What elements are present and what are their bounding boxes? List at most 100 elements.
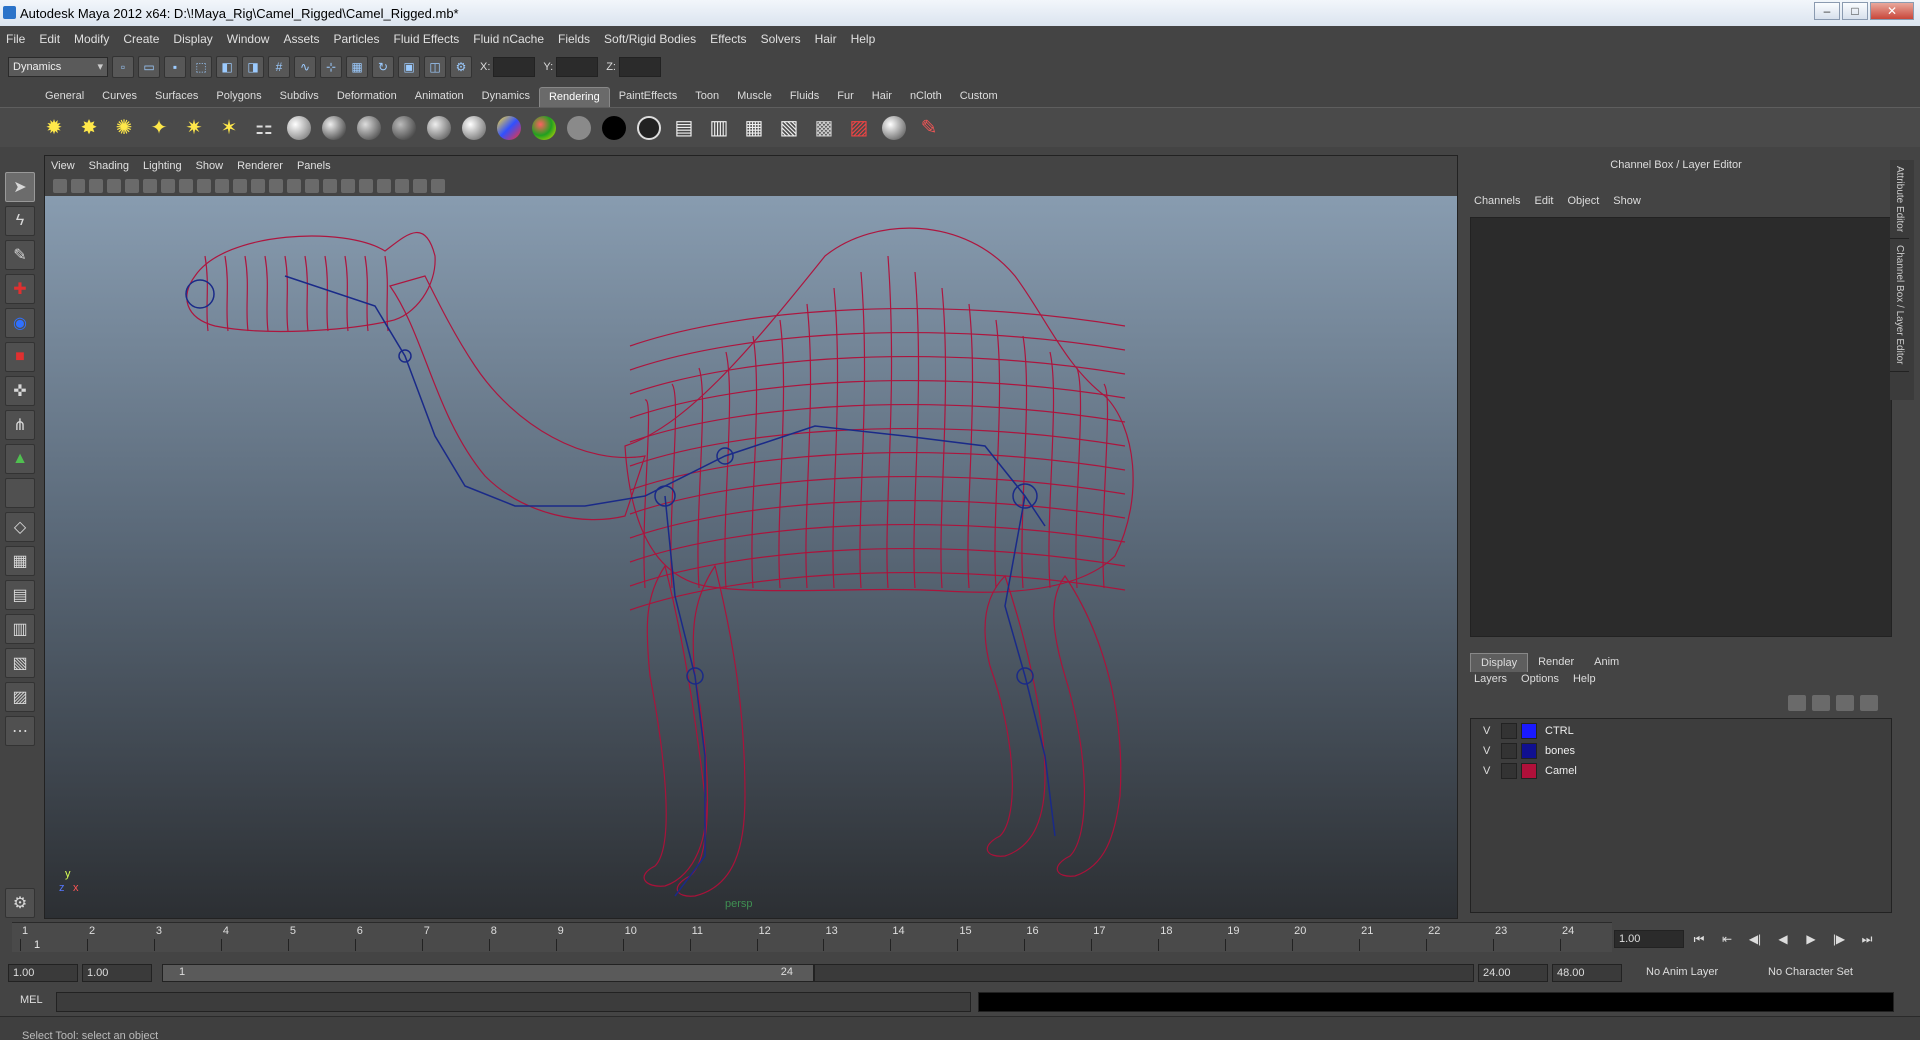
gate-mask-icon[interactable] bbox=[179, 179, 193, 193]
rotate-tool-icon[interactable]: ◉ bbox=[5, 308, 35, 338]
grid-toggle-icon[interactable] bbox=[125, 179, 139, 193]
snap-grid-icon[interactable]: # bbox=[268, 56, 290, 78]
shelf-tab-ncloth[interactable]: nCloth bbox=[901, 87, 951, 107]
channel-box-tab[interactable]: Channel Box / Layer Editor bbox=[1890, 239, 1909, 372]
cb-menu-edit[interactable]: Edit bbox=[1534, 195, 1553, 207]
show-manipulator-icon[interactable]: ▲ bbox=[5, 444, 35, 474]
hud-icon[interactable] bbox=[431, 179, 445, 193]
render-layer-icon[interactable]: ▨ bbox=[845, 114, 873, 142]
menu-edit[interactable]: Edit bbox=[39, 32, 60, 46]
layer-display-type[interactable] bbox=[1501, 763, 1517, 779]
menu-particles[interactable]: Particles bbox=[333, 32, 379, 46]
layer-color-swatch[interactable] bbox=[1521, 743, 1537, 759]
shadow-shader-icon[interactable] bbox=[600, 114, 628, 142]
viewport-menu-shading[interactable]: Shading bbox=[89, 160, 129, 172]
shelf-tab-general[interactable]: General bbox=[36, 87, 93, 107]
single-perspective-layout-icon[interactable]: ◇ bbox=[5, 512, 35, 542]
layer-color-swatch[interactable] bbox=[1521, 723, 1537, 739]
point-light-icon[interactable]: ✺ bbox=[110, 114, 138, 142]
film-gate-icon[interactable] bbox=[143, 179, 157, 193]
shelf-tab-rendering[interactable]: Rendering bbox=[538, 87, 610, 107]
matte-shader-icon[interactable] bbox=[635, 114, 663, 142]
shelf-tab-muscle[interactable]: Muscle bbox=[728, 87, 781, 107]
z-field[interactable] bbox=[618, 57, 661, 77]
camera-lock-icon[interactable] bbox=[107, 179, 121, 193]
go-to-start-button[interactable]: ⏮ bbox=[1688, 930, 1710, 948]
select-object-icon[interactable]: ◧ bbox=[216, 56, 238, 78]
render-frame-icon[interactable]: ▣ bbox=[398, 56, 420, 78]
select-hierarchy-icon[interactable]: ⬚ bbox=[190, 56, 212, 78]
command-language-toggle[interactable]: MEL bbox=[20, 994, 43, 1006]
soft-mod-icon[interactable]: ⋔ bbox=[5, 410, 35, 440]
all-lights-icon[interactable] bbox=[341, 179, 355, 193]
material-sphere-icon[interactable] bbox=[880, 114, 908, 142]
hypershade-persp-layout-icon[interactable]: ▧ bbox=[5, 648, 35, 678]
cb-menu-channels[interactable]: Channels bbox=[1474, 195, 1520, 207]
paint-brush-icon[interactable]: ✎ bbox=[915, 114, 943, 142]
menu-modify[interactable]: Modify bbox=[74, 32, 109, 46]
render-globals-icon[interactable]: ▧ bbox=[775, 114, 803, 142]
menu-effects[interactable]: Effects bbox=[710, 32, 746, 46]
layer-row-camel[interactable]: V Camel bbox=[1471, 761, 1891, 781]
xray-icon[interactable] bbox=[395, 179, 409, 193]
shelf-tab-fluids[interactable]: Fluids bbox=[781, 87, 828, 107]
layout-options-icon[interactable]: ⋯ bbox=[5, 716, 35, 746]
layer-display-type[interactable] bbox=[1501, 723, 1517, 739]
shelf-tab-animation[interactable]: Animation bbox=[406, 87, 473, 107]
layer-row-ctrl[interactable]: V CTRL bbox=[1471, 721, 1891, 741]
cb-menu-show[interactable]: Show bbox=[1613, 195, 1641, 207]
render-settings-icon[interactable]: ⚙ bbox=[450, 56, 472, 78]
layer-row-bones[interactable]: V bones bbox=[1471, 741, 1891, 761]
snap-point-icon[interactable]: ⊹ bbox=[320, 56, 342, 78]
bookmark-icon[interactable] bbox=[71, 179, 85, 193]
viewport-menu-renderer[interactable]: Renderer bbox=[237, 160, 283, 172]
step-back-frame-button[interactable]: ◀| bbox=[1744, 930, 1766, 948]
layer-visibility-toggle[interactable]: V bbox=[1483, 745, 1497, 757]
image-plane-icon[interactable] bbox=[89, 179, 103, 193]
menu-set-select[interactable]: Dynamics bbox=[8, 57, 108, 77]
range-slider[interactable]: 1 24 bbox=[162, 964, 814, 982]
use-background-icon[interactable] bbox=[565, 114, 593, 142]
shadows-icon[interactable] bbox=[359, 179, 373, 193]
shelf-tab-polygons[interactable]: Polygons bbox=[207, 87, 270, 107]
viewport-menu-panels[interactable]: Panels bbox=[297, 160, 331, 172]
menu-solvers[interactable]: Solvers bbox=[761, 32, 801, 46]
isolate-select-icon[interactable] bbox=[377, 179, 391, 193]
anim-layer-select[interactable]: No Anim Layer bbox=[1646, 966, 1718, 978]
camera-attr-icon[interactable] bbox=[53, 179, 67, 193]
resolution-gate-icon[interactable] bbox=[161, 179, 175, 193]
shelf-tab-fur[interactable]: Fur bbox=[828, 87, 863, 107]
current-time-field[interactable]: 1.00 bbox=[1614, 930, 1684, 948]
menu-hair[interactable]: Hair bbox=[815, 32, 837, 46]
script-editor-icon[interactable]: ⚙ bbox=[5, 888, 35, 918]
blinn-shader-icon[interactable] bbox=[355, 114, 383, 142]
area-light-icon[interactable]: ✷ bbox=[180, 114, 208, 142]
render-current-icon[interactable]: ▤ bbox=[670, 114, 698, 142]
shelf-tab-dynamics[interactable]: Dynamics bbox=[473, 87, 539, 107]
last-tool-icon[interactable] bbox=[5, 478, 35, 508]
new-scene-icon[interactable]: ▫ bbox=[112, 56, 134, 78]
range-track[interactable] bbox=[814, 964, 1474, 982]
perspective-viewport[interactable]: persp y z x bbox=[45, 196, 1457, 918]
menu-fluid-ncache[interactable]: Fluid nCache bbox=[473, 32, 544, 46]
smooth-shade-icon[interactable] bbox=[269, 179, 283, 193]
command-input[interactable] bbox=[56, 992, 971, 1012]
hypershade-icon[interactable]: ⚏ bbox=[250, 114, 278, 142]
save-scene-icon[interactable]: ▪ bbox=[164, 56, 186, 78]
field-chart-icon[interactable] bbox=[197, 179, 211, 193]
ipr-render-icon[interactable]: ◫ bbox=[424, 56, 446, 78]
shelf-tab-toon[interactable]: Toon bbox=[686, 87, 728, 107]
viewport-menu-show[interactable]: Show bbox=[196, 160, 224, 172]
play-forwards-button[interactable]: ▶ bbox=[1800, 930, 1822, 948]
playback-end-field[interactable]: 24.00 bbox=[1478, 964, 1548, 982]
layer-menu-help[interactable]: Help bbox=[1573, 673, 1596, 685]
close-button[interactable]: ✕ bbox=[1870, 2, 1914, 20]
select-tool-icon[interactable]: ➤ bbox=[5, 172, 35, 202]
shelf-tab-curves[interactable]: Curves bbox=[93, 87, 146, 107]
lambert-shader-icon[interactable] bbox=[390, 114, 418, 142]
wireframe-icon[interactable] bbox=[251, 179, 265, 193]
persp-graph-hypergraph-layout-icon[interactable]: ▨ bbox=[5, 682, 35, 712]
move-layer-up-icon[interactable] bbox=[1788, 695, 1806, 711]
scale-tool-icon[interactable]: ■ bbox=[5, 342, 35, 372]
playback-start-field[interactable]: 1.00 bbox=[82, 964, 152, 982]
